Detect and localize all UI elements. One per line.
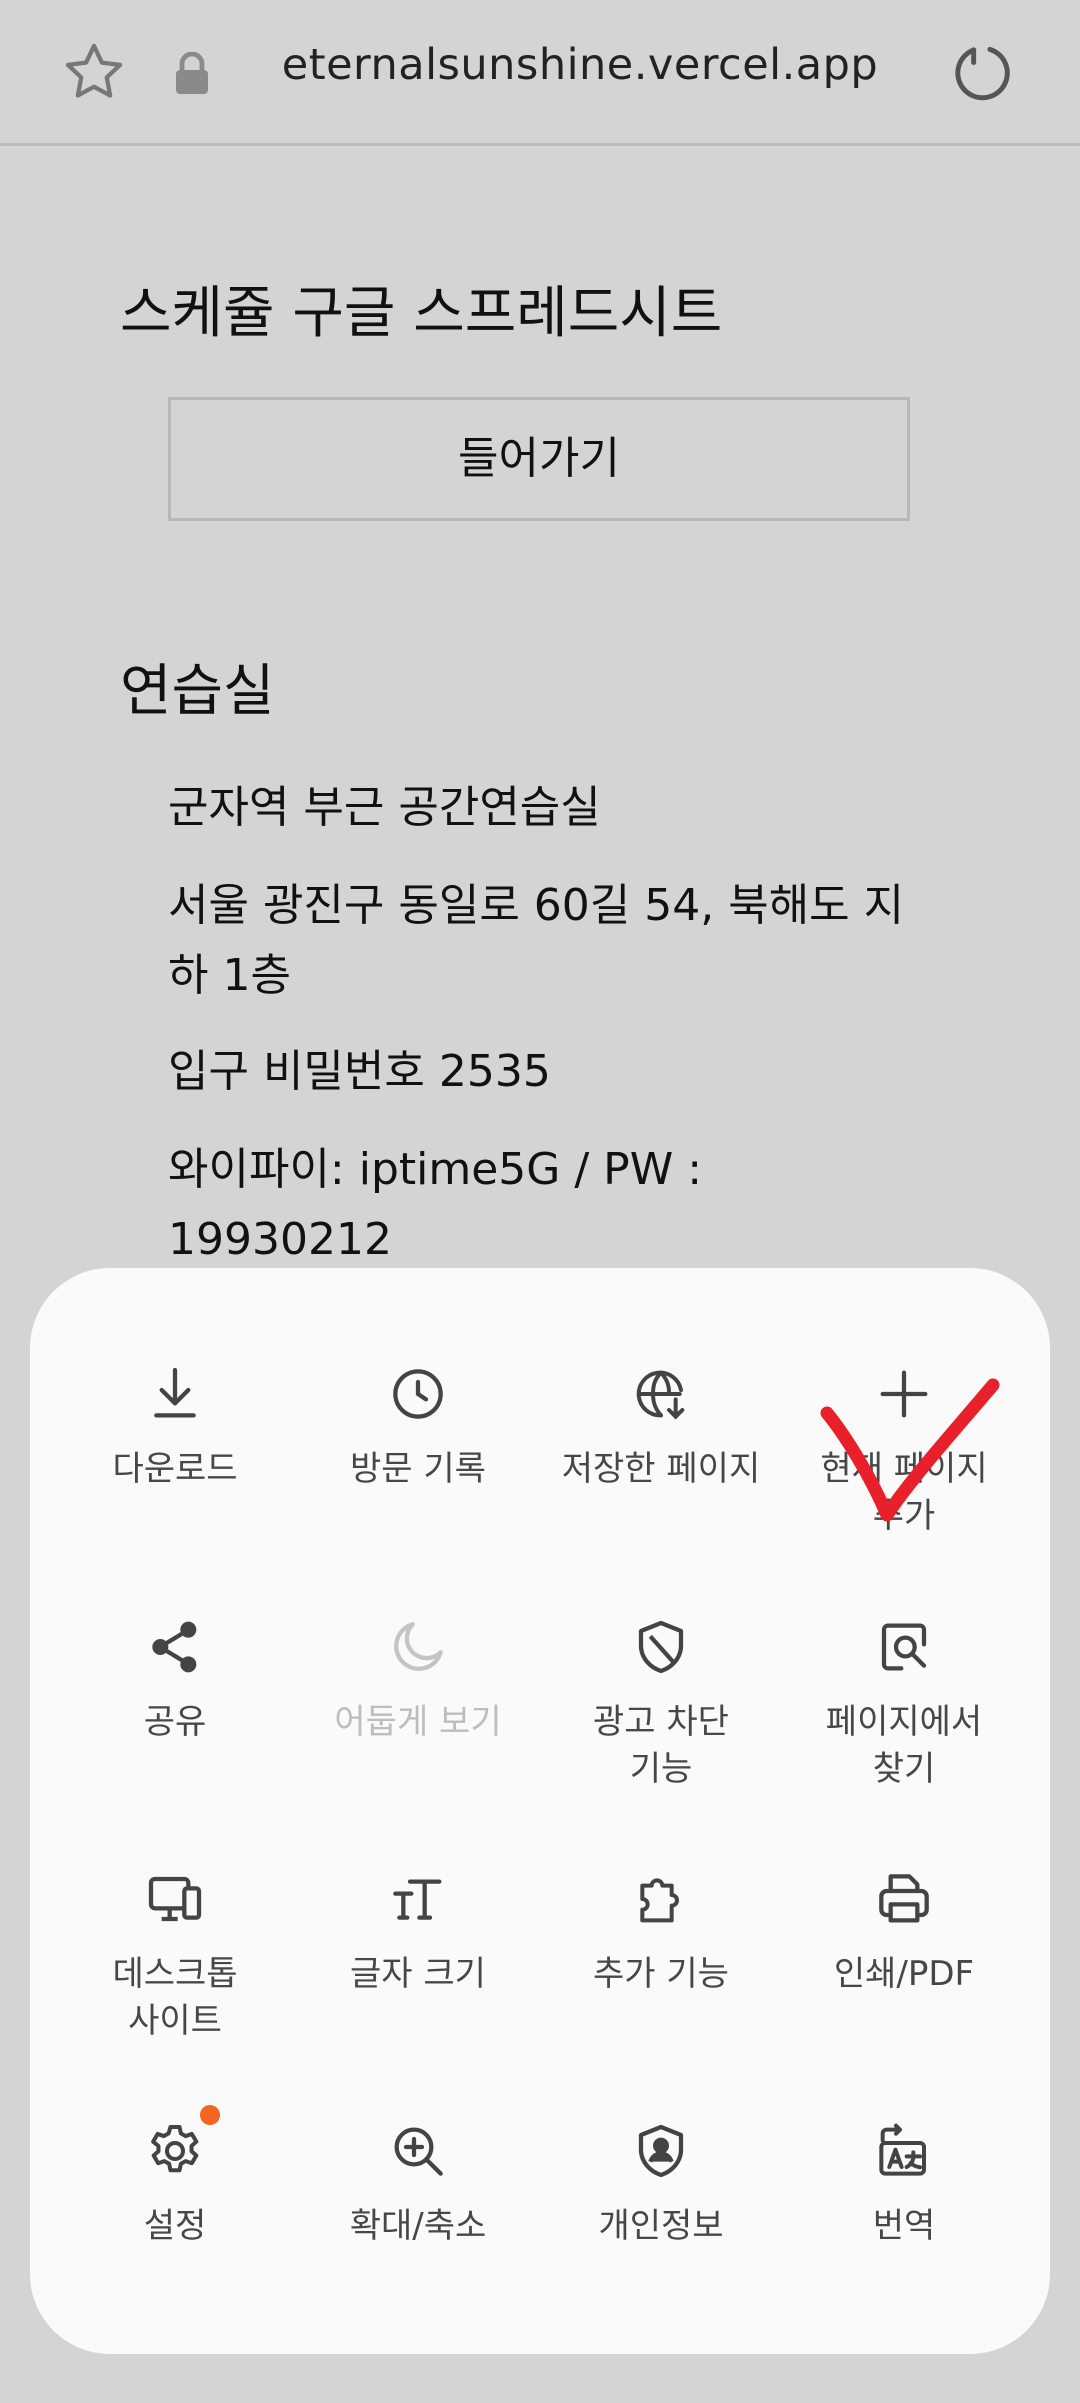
- zoom-icon: [394, 2127, 443, 2176]
- print-icon: [879, 1874, 929, 1923]
- menu-item-find-in-page[interactable]: 페이지에서 찾기: [779, 1615, 1029, 1793]
- menu-item-history[interactable]: 방문 기록: [293, 1362, 543, 1493]
- menu-item-label: 방문 기록: [350, 1449, 486, 1489]
- menu-item-label: 공유: [143, 1702, 207, 1742]
- menu-item-add-ons[interactable]: 추가 기능: [536, 1867, 786, 1998]
- menu-item-label: 글자 크기: [350, 1954, 486, 1994]
- menu-item-label: 추가 기능: [593, 1954, 729, 1994]
- red-checkmark-annotation: [820, 1378, 1000, 1522]
- practice-room-heading: 연습실: [120, 659, 275, 724]
- url-bar: eternalsunshine.vercel.app: [0, 0, 1080, 146]
- privacy-shield-icon: [638, 2124, 684, 2178]
- menu-item-download[interactable]: 다운로드: [50, 1362, 300, 1493]
- shield-slash-icon: [638, 1620, 684, 1674]
- find-in-page-icon: [881, 1623, 927, 1671]
- practice-room-address: 서울 광진구 동일로 60길 54, 북해도 지하 1층: [168, 880, 905, 1001]
- menu-item-label: 어둡게 보기: [334, 1702, 502, 1742]
- menu-item-privacy[interactable]: 개인정보: [536, 2119, 786, 2250]
- menu-item-label: 인쇄/PDF: [833, 1954, 975, 1994]
- wifi-info: 와이파이: iptime5G / PW : 19930212: [168, 1144, 703, 1265]
- settings-notification-badge: [200, 2105, 220, 2125]
- bottom-navigation-strip: [0, 2360, 1080, 2403]
- moon-icon: [394, 1622, 443, 1671]
- puzzle-icon: [640, 1878, 679, 1923]
- enter-button[interactable]: 들어가기: [168, 397, 910, 521]
- menu-item-label: 저장한 페이지: [561, 1449, 761, 1489]
- clock-icon: [393, 1369, 443, 1419]
- lock-icon: [176, 52, 208, 94]
- menu-item-label: 개인정보: [598, 2206, 724, 2246]
- menu-item-label: 설정: [143, 2206, 207, 2246]
- text-size-icon: [393, 1879, 442, 1920]
- menu-item-label: 다운로드: [112, 1449, 238, 1489]
- menu-item-settings[interactable]: 설정: [50, 2119, 300, 2250]
- entrance-password: 입구 비밀번호 2535: [168, 1046, 551, 1097]
- menu-item-label: 데스크톱 사이트: [112, 1954, 238, 2041]
- address-text[interactable]: eternalsunshine.vercel.app: [240, 40, 920, 90]
- globe-download-icon: [636, 1370, 685, 1420]
- desktop-icon: [148, 1876, 202, 1922]
- menu-item-label: 광고 차단 기능: [593, 1702, 729, 1789]
- menu-item-ad-block[interactable]: 광고 차단 기능: [536, 1615, 786, 1793]
- menu-item-dark-mode: 어둡게 보기: [293, 1615, 543, 1746]
- menu-item-desktop-site[interactable]: 데스크톱 사이트: [50, 1867, 300, 2045]
- schedule-heading: 스케쥴 구글 스프레드시트: [120, 281, 723, 346]
- menu-item-print-pdf[interactable]: 인쇄/PDF: [779, 1867, 1029, 1998]
- practice-room-name: 군자역 부근 공간연습실: [168, 782, 601, 833]
- share-icon: [152, 1621, 197, 1673]
- bookmark-star-icon[interactable]: [60, 38, 128, 106]
- menu-item-saved-pages[interactable]: 저장한 페이지: [536, 1362, 786, 1493]
- gear-icon: [151, 2125, 199, 2173]
- menu-item-zoom[interactable]: 확대/축소: [293, 2119, 543, 2250]
- download-icon: [154, 1367, 196, 1418]
- menu-item-label: 번역: [872, 2206, 936, 2246]
- menu-item-share[interactable]: 공유: [50, 1615, 300, 1746]
- menu-item-label: 확대/축소: [349, 2206, 487, 2246]
- menu-item-translate[interactable]: 번역: [779, 2119, 1029, 2250]
- translate-icon: [879, 2123, 926, 2176]
- reload-icon[interactable]: [950, 40, 1016, 106]
- menu-item-label: 페이지에서 찾기: [825, 1702, 983, 1789]
- menu-item-text-size[interactable]: 글자 크기: [293, 1867, 543, 1998]
